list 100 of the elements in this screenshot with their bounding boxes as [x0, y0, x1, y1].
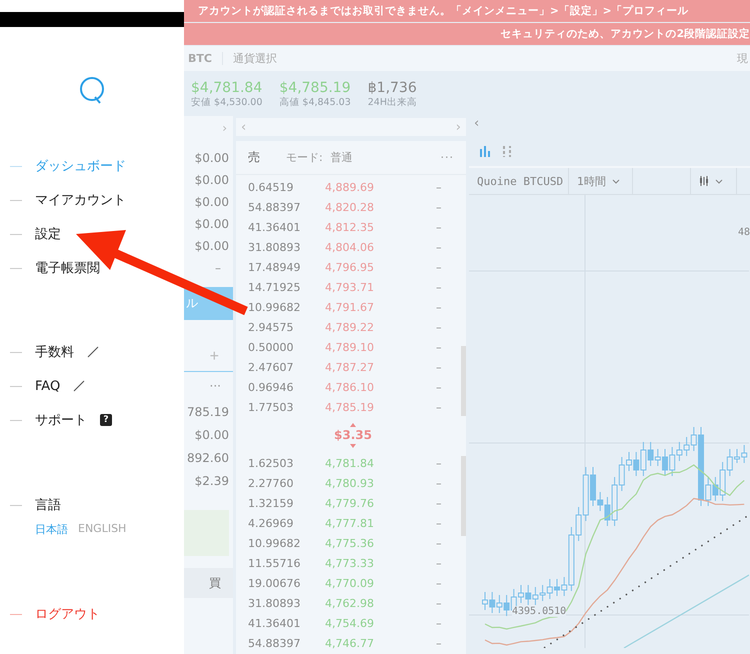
dash-text: – [215, 260, 222, 277]
mode-value[interactable]: 普通 [330, 150, 432, 165]
amount-cell-text: 31.80893 [248, 240, 302, 254]
ask-price-cell-text: 4,812.35 [325, 220, 375, 234]
dash-cell-text: – [436, 556, 442, 570]
dash-cell-text: – [436, 380, 442, 394]
bid-price-cell-text: 4,781.84 [325, 456, 375, 470]
amount-cell-text: 0.96946 [248, 380, 294, 394]
menu-item[interactable]: 設定 [35, 225, 61, 243]
language-option[interactable]: ENGLISH [78, 522, 126, 537]
ticker-value: $4,785.19 [279, 80, 351, 96]
amount-cell-text: 4.26969 [248, 516, 294, 530]
logo-icon [77, 75, 107, 105]
dash-cell-text: – [436, 636, 442, 650]
ask-price-cell-text: 4,820.28 [325, 200, 375, 214]
down-triangle-icon [350, 444, 356, 448]
ask-price-cell-text: 4,793.71 [325, 280, 375, 294]
up-triangle-icon [350, 422, 356, 426]
menu-item[interactable]: 電子帳票閲 [35, 259, 100, 277]
ticker-caption: 高値 $4,845.03 [279, 96, 351, 109]
dash-cell-text: – [436, 456, 442, 470]
prev-arrow[interactable]: ‹ [474, 116, 480, 131]
ask-price-cell-text: 4,789.10 [325, 340, 375, 354]
chevron-down-icon [715, 178, 723, 184]
amount-cell-text: 1.32159 [248, 496, 294, 510]
ask-price-cell-text: 4,787.27 [325, 360, 375, 374]
dash-cell-text: – [436, 200, 442, 214]
ask-price-cell-text: 4,791.67 [325, 300, 375, 314]
dash-cell-text: – [436, 320, 442, 334]
more-button[interactable]: ··· [440, 151, 454, 164]
dash-cell-text: – [436, 340, 442, 354]
menu-link[interactable]: FAQ [35, 378, 60, 394]
dash-cell-text: – [436, 240, 442, 254]
amount-cell-text: 2.94575 [248, 320, 294, 334]
balance-value: $0.00 [194, 216, 230, 233]
scrollbar[interactable] [461, 456, 466, 536]
amount-cell-text: 31.80893 [248, 596, 302, 610]
ticker-caption: 安値 $4,530.00 [191, 96, 262, 109]
dash-cell-text: – [436, 260, 442, 274]
add-button[interactable]: + [184, 342, 233, 372]
total-value: 892.60 [187, 450, 230, 466]
bid-price-cell-text: 4,754.69 [325, 616, 375, 630]
bid-price-cell-text: 4,779.76 [325, 496, 375, 510]
mode-label: モード: [286, 150, 323, 165]
menu-item[interactable]: マイアカウント [35, 191, 126, 209]
buy-tab[interactable]: 買 [184, 568, 233, 598]
more-button[interactable]: ··· [210, 372, 233, 400]
language-label: 言語 [35, 497, 61, 514]
ask-price-cell-text: 4,889.69 [325, 180, 375, 194]
ask-price-cell-text: 4,789.22 [325, 320, 375, 334]
prev-arrow[interactable]: ‹ [241, 120, 246, 134]
dash-cell-text: – [436, 360, 442, 374]
total-value: 785.19 [187, 404, 230, 420]
next-arrow[interactable]: › [456, 120, 461, 134]
bid-price-cell-text: 4,746.77 [325, 636, 375, 650]
help-icon: ? [100, 414, 112, 426]
bid-price-cell-text: 4,762.98 [325, 596, 375, 610]
total-value: $2.39 [194, 472, 230, 490]
balance-value: $0.00 [194, 150, 230, 167]
bid-price-cell-text: 4,773.33 [325, 556, 375, 570]
dash-cell-text: – [436, 220, 442, 234]
amount-cell-text: 10.99682 [248, 300, 302, 314]
ticker-caption: 24H出来高 [368, 96, 417, 109]
scrollbar[interactable] [461, 346, 466, 416]
amount-cell-text: 1.77503 [248, 400, 294, 414]
dash-cell-text: – [436, 596, 442, 610]
logout-link[interactable]: ログアウト [35, 605, 100, 623]
bid-price-cell-text: 4,780.93 [325, 476, 375, 490]
ask-price-cell-text: 4,786.10 [325, 380, 375, 394]
amount-cell-text: 41.36401 [248, 616, 302, 630]
interval-dropdown[interactable]: 1時間 [569, 168, 633, 194]
amount-cell-text: 2.27760 [248, 476, 294, 490]
amount-cell-text: 11.55716 [248, 556, 302, 570]
bid-price-cell-text: 4,770.09 [325, 576, 375, 590]
side-label: 売 [248, 149, 260, 166]
depth-chart-icon[interactable] [502, 145, 514, 157]
dash-cell-text: – [436, 476, 442, 490]
amount-cell-text: 54.88397 [248, 200, 302, 214]
menu-link[interactable]: 手数料 [35, 343, 74, 361]
language-option[interactable]: 日本語 [35, 522, 68, 537]
amount-cell-text: 41.36401 [248, 220, 302, 234]
total-value: $0.00 [194, 426, 230, 444]
bid-price-cell-text: 4,775.36 [325, 536, 375, 550]
amount-cell-text: 0.50000 [248, 340, 294, 354]
dash-cell-text: – [436, 536, 442, 550]
amount-cell-text: 1.62503 [248, 456, 294, 470]
amount-cell-text: 19.00676 [248, 576, 302, 590]
dash-cell-text: – [436, 576, 442, 590]
menu-item[interactable]: ダッシュボード [35, 157, 126, 175]
dash-cell-text: – [436, 400, 442, 414]
bar-chart-icon[interactable] [480, 145, 492, 157]
menu-link[interactable]: サポート [35, 411, 87, 429]
currency-select[interactable]: 通貨選択 [222, 51, 737, 66]
ask-price-cell-text: 4,785.19 [325, 400, 375, 414]
amount-cell-text: 54.88397 [248, 636, 302, 650]
amount-cell-text: 10.99682 [248, 536, 302, 550]
next-arrow[interactable]: › [222, 119, 233, 137]
amount-cell-text: 14.71925 [248, 280, 302, 294]
amount-cell-text: 0.64519 [248, 180, 294, 194]
symbol-label: Quoine BTCUSD [469, 168, 569, 194]
